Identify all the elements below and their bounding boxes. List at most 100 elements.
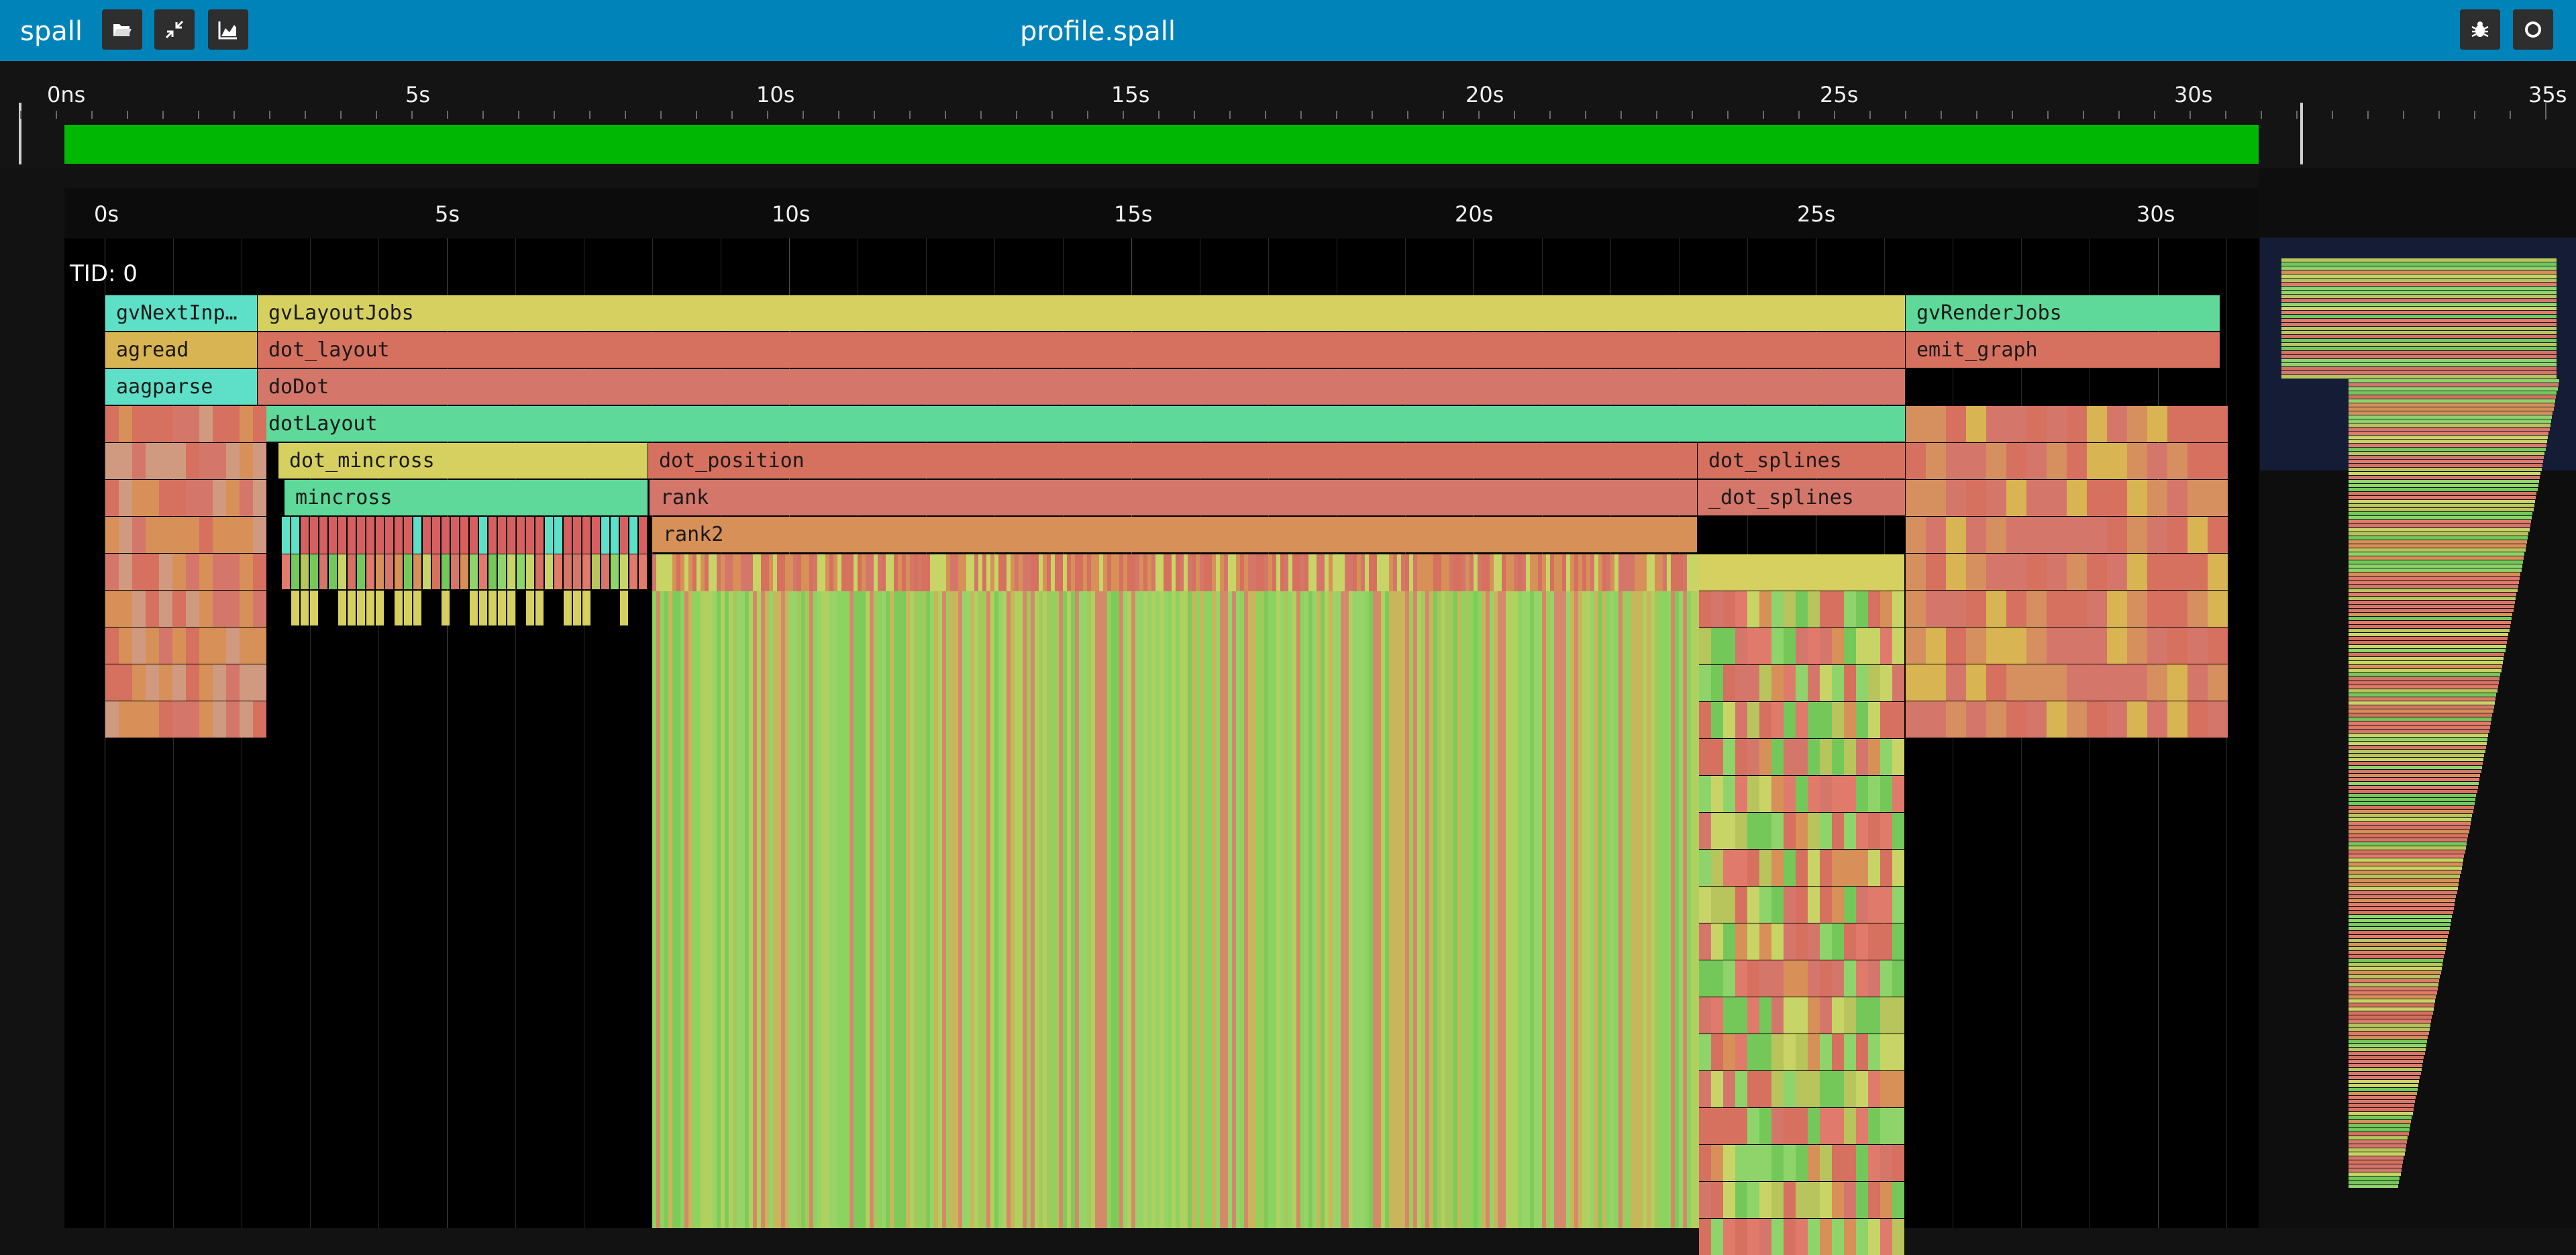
overview-window-right-handle[interactable] xyxy=(2300,103,2303,164)
flame-block xyxy=(1699,1219,1711,1255)
flame-block xyxy=(2147,664,2167,701)
flame-block xyxy=(1759,739,1771,775)
overview-range-bar[interactable] xyxy=(64,125,2259,164)
span-gvlayoutjobs[interactable]: gvLayoutJobs xyxy=(258,295,1905,331)
flame-block xyxy=(1946,701,1966,738)
flame-block xyxy=(1808,702,1820,738)
span-dotlayout[interactable]: dotLayout xyxy=(258,406,1905,442)
minimap-stripe xyxy=(2281,351,2557,354)
flame-block xyxy=(1856,702,1868,738)
overview-tick xyxy=(1869,111,1871,119)
flame-block xyxy=(2187,443,2208,479)
flame-block xyxy=(2187,554,2208,590)
flame-block xyxy=(172,701,186,738)
flame-block xyxy=(1832,1219,1844,1255)
flame-block xyxy=(2127,406,2147,442)
flame-block xyxy=(253,480,266,516)
overview-tick xyxy=(1478,111,1480,119)
flame-block xyxy=(199,554,213,590)
flame-block xyxy=(2047,591,2067,627)
flame-block xyxy=(119,443,132,479)
minimap-stripe xyxy=(2349,423,2551,427)
span-emit-graph[interactable]: emit_graph xyxy=(1906,332,2220,368)
flame-block xyxy=(2107,406,2127,442)
minimap-stripe xyxy=(2349,758,2484,761)
span-rank[interactable]: rank xyxy=(650,480,1697,515)
flame-block xyxy=(2067,517,2087,553)
flame-block xyxy=(1796,887,1808,923)
flame-block xyxy=(291,591,299,625)
flame-block xyxy=(159,701,172,738)
minimap-stripe xyxy=(2349,810,2473,813)
flame-block xyxy=(2147,517,2167,553)
minimap-stripe xyxy=(2349,1015,2432,1019)
minimap-stripe xyxy=(2349,895,2457,898)
flame-block xyxy=(1735,665,1747,701)
flame-block xyxy=(1926,406,1946,442)
minimap-stripe xyxy=(2349,500,2535,503)
flame-block xyxy=(1986,443,2006,479)
minimap-stripe xyxy=(2281,262,2557,266)
flame-block xyxy=(1856,1034,1868,1070)
overview-tick xyxy=(447,111,448,119)
overview-tick xyxy=(518,111,519,119)
minimap-stripe xyxy=(2349,1068,2422,1071)
overview-tick xyxy=(1051,111,1053,119)
flame-block xyxy=(1711,1034,1723,1070)
span-dodot[interactable]: doDot xyxy=(258,369,1905,405)
span-aagparse[interactable]: aagparse xyxy=(105,369,257,405)
flame-block xyxy=(1844,923,1856,960)
minimap-stripe xyxy=(2349,448,2546,451)
flame-block xyxy=(1747,628,1759,664)
flame-block xyxy=(526,554,534,589)
time-ruler xyxy=(64,188,2259,238)
overview-tick xyxy=(56,111,57,119)
flame-block xyxy=(159,554,172,590)
flame-block xyxy=(1735,850,1747,886)
flame-block xyxy=(1808,1108,1820,1144)
flame-block xyxy=(1986,701,2006,738)
span-dot-mincross[interactable]: dot_mincross xyxy=(278,443,648,479)
flame-block xyxy=(1856,1071,1868,1107)
flame-block xyxy=(1808,1182,1820,1218)
minimap-stripe xyxy=(2349,854,2465,858)
flame-block xyxy=(1784,1034,1796,1070)
overview-tick xyxy=(731,111,733,119)
span-dot-splines[interactable]: dot_splines xyxy=(1698,443,1905,479)
minimap-stripe xyxy=(2349,1108,2414,1111)
flame-block xyxy=(376,554,384,589)
flame-block xyxy=(1711,591,1723,628)
flame-block xyxy=(226,517,240,553)
flame-block xyxy=(1880,887,1892,923)
file-title: profile.spall xyxy=(1019,16,1176,47)
flame-block xyxy=(1723,1182,1735,1218)
record-button[interactable] xyxy=(2513,9,2553,50)
flame-block xyxy=(1771,1034,1784,1070)
span-agread[interactable]: agread xyxy=(105,332,257,368)
minimap-stripe xyxy=(2281,355,2557,358)
span-gvrenderjobs[interactable]: gvRenderJobs xyxy=(1906,295,2220,331)
flame-block xyxy=(1926,480,1946,516)
flame-block xyxy=(1880,923,1892,960)
flame-block xyxy=(119,591,132,627)
flame-block xyxy=(1880,702,1892,738)
span-mincross[interactable]: mincross xyxy=(285,480,648,515)
span-dot-layout[interactable]: dot_layout xyxy=(258,332,1905,368)
flame-block xyxy=(1880,554,1892,591)
overview-tick xyxy=(2261,111,2262,119)
flame-block xyxy=(213,406,226,442)
span-dot-splines-inner[interactable]: _dot_splines xyxy=(1698,480,1905,515)
flame-block xyxy=(1844,739,1856,775)
span-dot-position[interactable]: dot_position xyxy=(648,443,1697,479)
debug-button[interactable] xyxy=(2460,9,2500,50)
overview-tick xyxy=(1692,111,1693,119)
minimap-stripe xyxy=(2349,665,2502,668)
flame-block xyxy=(1820,554,1832,591)
minimap-stripe xyxy=(2349,866,2462,870)
span-gvnextinput[interactable]: gvNextInp… xyxy=(105,295,257,331)
flame-block xyxy=(186,406,199,442)
flame-block xyxy=(1747,887,1759,923)
span-rank2[interactable]: rank2 xyxy=(652,517,1697,552)
flame-block xyxy=(291,554,299,589)
flame-block xyxy=(1747,850,1759,886)
